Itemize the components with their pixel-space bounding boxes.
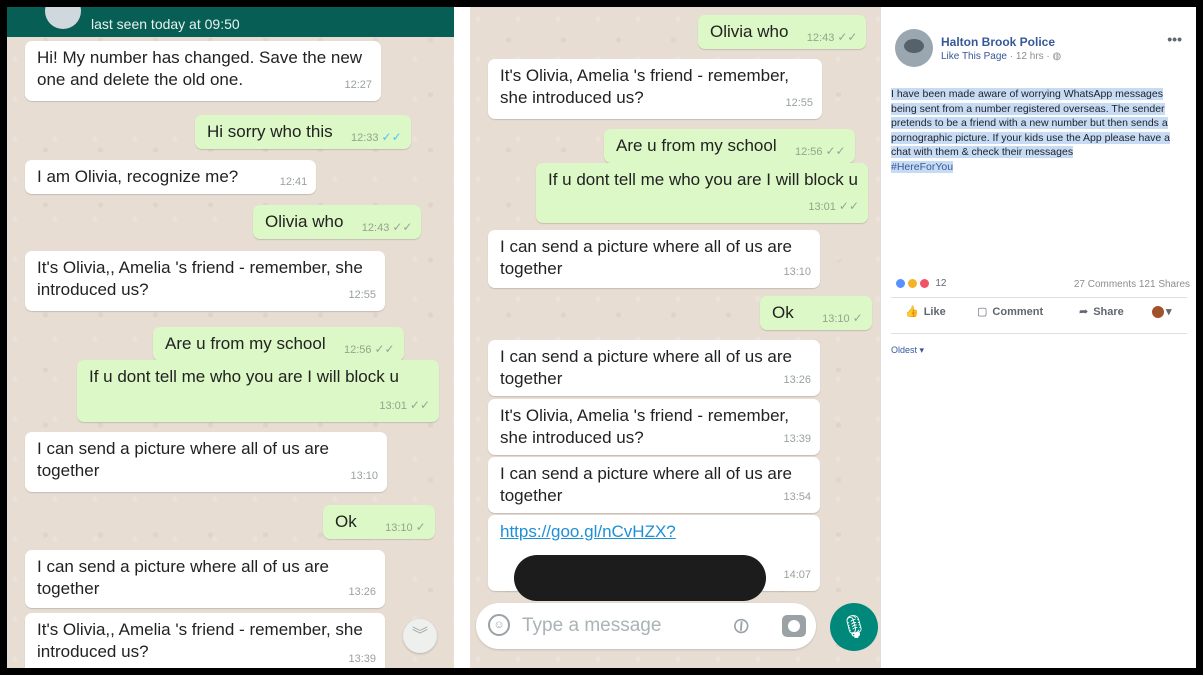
message-incoming[interactable]: I can send a picture where all of us are… (25, 432, 387, 492)
share-button[interactable]: ➦ Share (1079, 305, 1124, 318)
sent-tick-icon: ✓ (852, 311, 863, 325)
divider (891, 297, 1187, 298)
screenshot-frame: last seen today at 09:50 Hi! My number h… (7, 7, 1196, 668)
microphone-button[interactable]: 🎙 (830, 603, 878, 651)
hashtag-link[interactable]: #HereForYou (891, 160, 954, 173)
like-reaction-icon (895, 278, 906, 289)
like-page-link[interactable]: Like This Page (941, 51, 1007, 62)
delivered-tick-icon: ✓✓ (392, 220, 413, 234)
profile-avatar-icon (1151, 305, 1165, 320)
reaction-count: 12 (935, 278, 947, 290)
message-incoming[interactable]: I can send a picture where all of us are… (488, 230, 820, 288)
message-incoming[interactable]: I can send a picture where all of us are… (488, 457, 820, 513)
chat-header: last seen today at 09:50 (7, 7, 454, 37)
message-outgoing[interactable]: Hi sorry who this 12:33 ✓✓ (195, 115, 411, 149)
last-seen-status: last seen today at 09:50 (91, 16, 240, 32)
message-outgoing[interactable]: Olivia who 12:43 ✓✓ (253, 205, 422, 239)
message-incoming[interactable]: I can send a picture where all of us are… (25, 550, 385, 608)
message-composer: ☺ ⊘ (476, 603, 816, 649)
like-button[interactable]: 👍 Like (905, 305, 946, 318)
post-subline: Like This Page · 12 hrs · ◍ (941, 51, 1061, 62)
message-link[interactable]: https://goo.gl/nCvHZX? 14:07 (488, 515, 820, 601)
message-incoming[interactable]: I am Olivia, recognize me? 12:41 (25, 160, 317, 194)
post-body: I have been made aware of worrying Whats… (891, 87, 1187, 174)
message-outgoing[interactable]: Ok 13:10 ✓ (760, 296, 872, 330)
shared-link[interactable]: https://goo.gl/nCvHZX? (500, 521, 810, 543)
attachment-icon[interactable]: ⊘ (726, 610, 757, 642)
message-incoming[interactable]: I can send a picture where all of us are… (488, 340, 820, 396)
message-incoming[interactable]: It's Olivia,, Amelia 's friend - remembe… (25, 251, 385, 311)
message-outgoing[interactable]: Are u from my school 12:56 ✓✓ (153, 327, 404, 361)
whatsapp-chat-left: last seen today at 09:50 Hi! My number h… (7, 7, 454, 668)
microphone-icon: 🎙 (840, 614, 868, 639)
contact-avatar[interactable] (45, 7, 81, 29)
comment-button[interactable]: ▢ Comment (977, 305, 1043, 318)
facebook-post-panel: Halton Brook Police Like This Page · 12 … (880, 7, 1196, 668)
reaction-summary[interactable]: 12 (895, 278, 946, 289)
comment-sort-dropdown[interactable]: Oldest ▾ (891, 345, 924, 356)
message-incoming[interactable]: It's Olivia, Amelia 's friend - remember… (488, 399, 820, 455)
whatsapp-chat-right: Olivia who 12:43 ✓✓ It's Olivia, Amelia '… (470, 7, 880, 668)
message-outgoing[interactable]: If u dont tell me who you are I will blo… (536, 163, 868, 223)
message-input[interactable] (522, 615, 712, 637)
profile-selector[interactable]: ▾ (1151, 305, 1172, 320)
wow-reaction-icon (906, 278, 918, 289)
redaction-bar (514, 555, 766, 601)
sent-tick-icon: ✓ (415, 520, 426, 534)
camera-icon[interactable] (782, 615, 806, 637)
message-outgoing[interactable]: Are u from my school 12:56 ✓✓ (604, 129, 855, 163)
delivered-tick-icon: ✓✓ (374, 342, 395, 356)
comment-icon: ▢ (977, 306, 988, 318)
comments-shares-count[interactable]: 27 Comments 121 Shares (1074, 279, 1190, 290)
post-time: · 12 hrs · (1009, 51, 1050, 62)
more-options-button[interactable]: ••• (1167, 31, 1182, 47)
delivered-tick-icon: ✓✓ (409, 398, 430, 412)
share-icon: ➦ (1079, 306, 1089, 318)
panel-divider (454, 7, 470, 668)
thumbs-up-icon: 👍 (905, 306, 919, 318)
post-text: I have been made aware of worrying Whats… (891, 88, 1171, 158)
read-tick-icon: ✓✓ (381, 130, 402, 144)
delivered-tick-icon: ✓✓ (837, 30, 858, 44)
delivered-tick-icon: ✓✓ (825, 144, 846, 158)
message-incoming[interactable]: It's Olivia, Amelia 's friend - remember… (488, 59, 822, 119)
message-incoming[interactable]: It's Olivia,, Amelia 's friend - remembe… (25, 613, 385, 668)
message-outgoing[interactable]: Olivia who 12:43 ✓✓ (698, 15, 867, 49)
post-actions: 👍 Like ▢ Comment ➦ Share ▾ (891, 305, 1193, 325)
love-reaction-icon (918, 278, 930, 289)
page-avatar[interactable] (895, 29, 933, 67)
message-outgoing[interactable]: Ok 13:10 ✓ (323, 505, 435, 539)
page-name[interactable]: Halton Brook Police (941, 35, 1055, 49)
divider (891, 333, 1187, 334)
chevron-down-icon: ︾ (411, 627, 428, 644)
emoji-icon[interactable]: ☺ (488, 614, 510, 636)
globe-icon: ◍ (1052, 51, 1062, 62)
delivered-tick-icon: ✓✓ (838, 199, 859, 213)
scroll-down-button[interactable]: ︾ (403, 619, 437, 653)
message-outgoing[interactable]: If u dont tell me who you are I will blo… (77, 360, 439, 422)
message-incoming[interactable]: Hi! My number has changed. Save the new … (25, 41, 381, 101)
